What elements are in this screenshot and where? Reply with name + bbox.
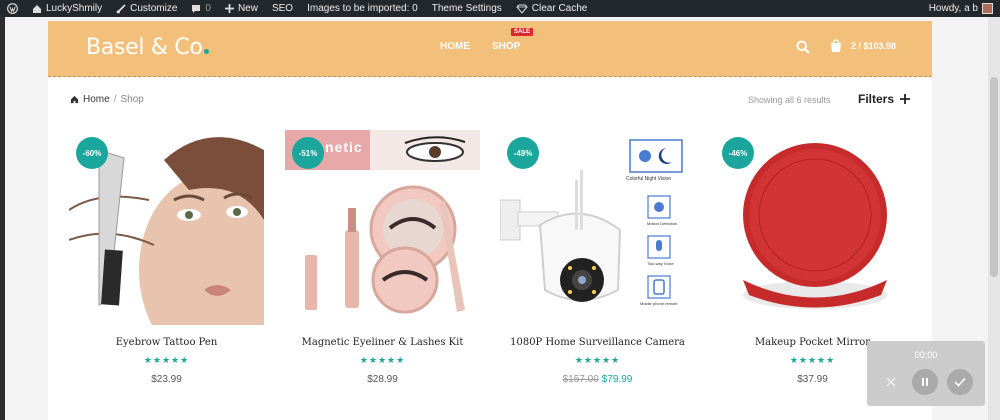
theme-settings-label: Theme Settings: [431, 3, 502, 14]
seo-link[interactable]: SEO: [265, 0, 300, 17]
product-card[interactable]: -49% Colorful Night Vision Motion Detect…: [500, 130, 695, 385]
comment-icon: [192, 4, 201, 13]
site-name-label: LuckyShmily: [46, 3, 103, 14]
price-current: $23.99: [151, 374, 182, 385]
product-price: $23.99: [69, 374, 264, 385]
new-label: New: [237, 3, 258, 14]
seo-label: SEO: [271, 3, 294, 14]
recorder-pause-button[interactable]: [912, 369, 938, 395]
product-card[interactable]: -60% Eyebrow Tattoo Pen ★★★★★ $23.99: [69, 130, 264, 385]
search-button[interactable]: [796, 40, 810, 59]
nav-shop-label: SHOP: [492, 41, 521, 52]
customize-label: Customize: [130, 3, 178, 14]
breadcrumb-separator: /: [113, 94, 117, 105]
plus-icon: [900, 94, 911, 104]
product-image[interactable]: -49% Colorful Night Vision Motion Detect…: [500, 130, 695, 325]
site-logo[interactable]: Basel & Co: [86, 35, 209, 60]
howdy-label: Howdy, a b: [928, 3, 978, 14]
scrollbar-track[interactable]: [988, 17, 1000, 420]
left-edge: [0, 17, 5, 420]
theme-settings-link[interactable]: Theme Settings: [425, 0, 509, 17]
admin-bar: LuckyShmily Customize 0 New SEO Images t…: [0, 0, 1000, 17]
product-price: $28.99: [285, 374, 480, 385]
shop-content: Home / Shop Showing all 6 results Filter…: [48, 77, 932, 420]
close-icon: [886, 377, 896, 387]
discount-badge: -60%: [76, 137, 108, 169]
cart-button[interactable]: 2 / $103.98: [829, 39, 896, 53]
feature-voice: Two-way Voice: [647, 261, 674, 266]
diamond-icon: [516, 4, 528, 14]
scrollbar-thumb[interactable]: [990, 77, 998, 277]
price-current: $79.99: [601, 374, 633, 385]
brush-icon: [116, 3, 126, 13]
breadcrumb-home[interactable]: Home: [83, 94, 110, 105]
clear-cache-label: Clear Cache: [531, 3, 588, 14]
check-icon: [954, 377, 966, 387]
rating-stars: ★★★★★: [143, 355, 190, 365]
nav-home-label: HOME: [440, 41, 470, 52]
discount-badge: -51%: [292, 137, 324, 169]
product-card[interactable]: -51% netic Magnetic Eyeliner & Lashes Ki…: [285, 130, 480, 385]
filters-label: Filters: [858, 92, 895, 106]
avatar: [982, 3, 993, 14]
feature-remote: Mobile phone remote: [640, 301, 678, 306]
breadcrumb: Home / Shop: [70, 94, 144, 105]
new-content-link[interactable]: New: [218, 0, 265, 17]
filters-toggle[interactable]: Filters: [858, 92, 911, 106]
site-name-link[interactable]: LuckyShmily: [25, 0, 109, 17]
discount-badge: -46%: [722, 137, 754, 169]
price-current: $37.99: [797, 374, 828, 385]
main-nav: HOME SHOP SALE: [440, 28, 534, 52]
product-image[interactable]: -51% netic: [285, 130, 480, 325]
price-current: $28.99: [367, 374, 398, 385]
product-image[interactable]: -60%: [69, 130, 264, 325]
pause-icon: [922, 378, 928, 386]
images-import-link[interactable]: Images to be imported: 0: [300, 0, 425, 17]
cart-summary: 2 / $103.98: [851, 41, 897, 51]
product-name[interactable]: Eyebrow Tattoo Pen: [69, 337, 264, 348]
product-name[interactable]: 1080P Home Surveillance Camera: [500, 337, 695, 348]
search-icon: [796, 40, 810, 54]
discount-badge: -49%: [507, 137, 539, 169]
results-count: Showing all 6 results: [748, 95, 831, 105]
images-import-label: Images to be imported: 0: [307, 3, 418, 14]
logo-text: Basel & Co: [86, 35, 203, 60]
feature-night-vision: Colorful Night Vision: [626, 176, 672, 182]
product-name[interactable]: Magnetic Eyeliner & Lashes Kit: [285, 337, 480, 348]
account-menu[interactable]: Howdy, a b: [922, 0, 1000, 17]
recorder-cancel-button[interactable]: [878, 369, 904, 395]
clear-cache-link[interactable]: Clear Cache: [509, 0, 595, 17]
feature-motion: Motion Detection: [647, 221, 678, 226]
shopping-bag-icon: [831, 39, 841, 52]
breadcrumb-current: Shop: [120, 94, 144, 105]
comments-link[interactable]: 0: [184, 0, 218, 17]
price-original: $157.00: [562, 374, 599, 385]
screen-recorder-overlay: 00:00: [867, 341, 985, 406]
product-image[interactable]: -46%: [715, 130, 910, 325]
banner-text: netic: [325, 139, 363, 155]
recorder-time: 00:00: [914, 350, 938, 360]
plus-icon: [224, 4, 234, 13]
rating-stars: ★★★★★: [574, 355, 621, 365]
rating-stars: ★★★★★: [359, 355, 406, 365]
logo-dot: [203, 49, 209, 54]
wordpress-logo-button[interactable]: [0, 0, 25, 17]
site-header: Basel & Co HOME SHOP SALE 2 / $103.98: [48, 21, 932, 77]
recorder-done-button[interactable]: [947, 369, 973, 395]
home-icon: [33, 4, 41, 13]
home-icon: [70, 95, 79, 104]
product-price: $157.00 $79.99: [500, 374, 695, 385]
nav-home[interactable]: HOME: [440, 41, 470, 52]
nav-shop[interactable]: SHOP SALE: [492, 28, 534, 52]
comments-count: 0: [205, 3, 211, 14]
customize-link[interactable]: Customize: [109, 0, 184, 17]
wordpress-icon: [7, 3, 18, 14]
sale-badge: SALE: [511, 28, 534, 36]
